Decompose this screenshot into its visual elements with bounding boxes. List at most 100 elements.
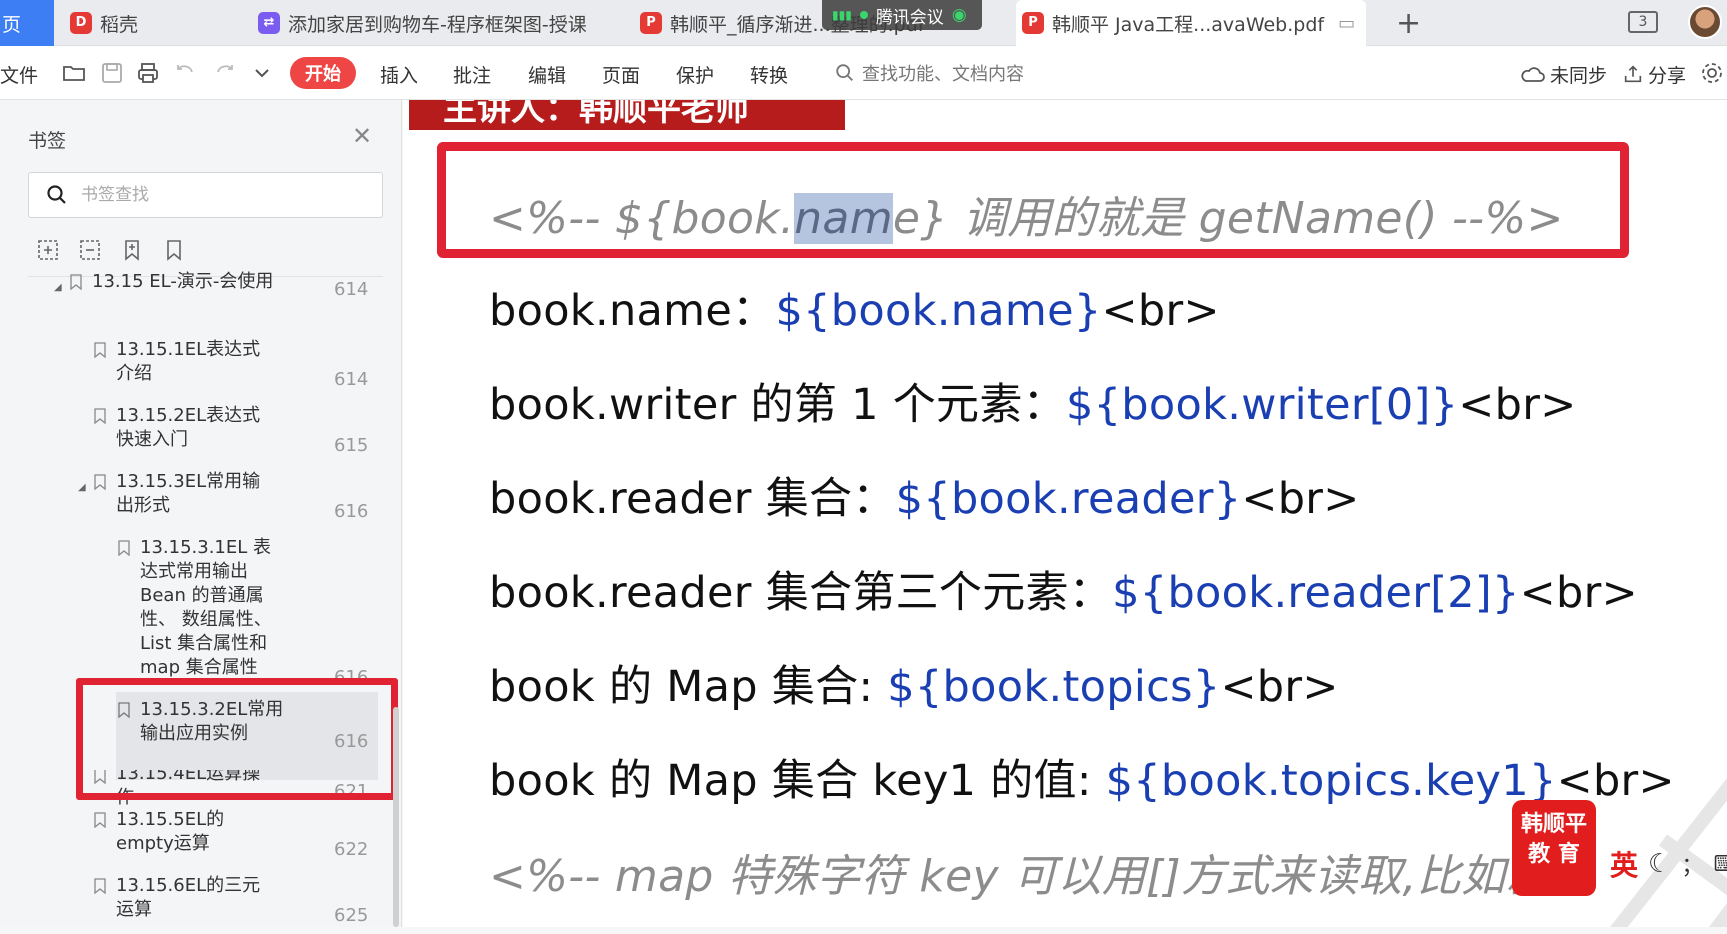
expand-all-icon[interactable] bbox=[36, 238, 60, 262]
tab-insert[interactable]: 插入 bbox=[380, 60, 418, 88]
tab-convert[interactable]: 转换 bbox=[750, 60, 788, 88]
save-icon[interactable] bbox=[100, 61, 124, 85]
comment-text: <%-- map 特殊字符 key 可以用[]方式来读取,比如就 bbox=[489, 851, 1550, 902]
code-label: book.reader 集合： bbox=[489, 474, 896, 524]
bookmark-tools bbox=[36, 238, 186, 262]
bookmark-label: 13.15.5EL的empty运算 bbox=[116, 809, 225, 854]
redo-icon[interactable] bbox=[212, 61, 236, 85]
el-expression: ${book.reader} bbox=[895, 474, 1242, 524]
bookmark-item[interactable]: 13.15.3.1EL 表达式常用输出 Bean 的普通属性、 数组属性、Lis… bbox=[0, 536, 402, 686]
screen-icon[interactable]: ▭ bbox=[1338, 13, 1355, 34]
docer-icon: D bbox=[70, 12, 92, 34]
bookmark-page: 614 bbox=[334, 279, 369, 300]
code-label: book.writer 的第 1 个元素： bbox=[489, 380, 1066, 430]
bookmark-icon bbox=[94, 408, 106, 424]
ime-language[interactable]: 英 bbox=[1610, 844, 1638, 884]
print-icon[interactable] bbox=[136, 61, 160, 85]
br-tag: <br> bbox=[1241, 474, 1360, 524]
logo-line: 教 育 bbox=[1528, 842, 1580, 867]
tab-docer[interactable]: D 稻壳 bbox=[70, 0, 240, 46]
tab-javaweb-pdf[interactable]: P 韩顺平 Java工程...avaWeb.pdf ▭ ✕ bbox=[1016, 0, 1366, 46]
tab-annotate[interactable]: 批注 bbox=[453, 60, 491, 88]
bookmark-item[interactable]: 13.15.1EL表达式介绍 614 bbox=[0, 338, 402, 398]
tab-edit[interactable]: 编辑 bbox=[528, 60, 566, 88]
tab-home[interactable]: 页 bbox=[0, 0, 54, 46]
comment-text: <%-- ${book. bbox=[489, 193, 795, 244]
expand-triangle-icon[interactable]: ◢ bbox=[78, 476, 86, 500]
code-label: book 的 Map 集合: bbox=[489, 662, 888, 712]
tab-protect[interactable]: 保护 bbox=[676, 60, 714, 88]
bookmark-label: 13.15.2EL表达式快速入门 bbox=[116, 405, 261, 450]
bookmark-icon bbox=[94, 878, 106, 894]
tab-flowchart[interactable]: ⇄ 添加家居到购物车-程序框架图-授课 bbox=[258, 0, 618, 46]
bookmark-search-input[interactable] bbox=[81, 185, 361, 205]
keyboard-icon[interactable]: ⌨ bbox=[1713, 852, 1727, 877]
bookmark-label: 13.15.3EL常用输出形式 bbox=[116, 471, 261, 516]
pdf-icon: P bbox=[640, 12, 662, 34]
open-folder-icon[interactable] bbox=[62, 61, 86, 85]
search-icon bbox=[836, 64, 853, 81]
tab-insert-label: 插入 bbox=[380, 64, 419, 87]
el-expression: ${book.name} bbox=[775, 286, 1102, 336]
tab-docer-label: 稻壳 bbox=[100, 13, 139, 36]
code-line: book.name：${book.name}<br> bbox=[489, 276, 1220, 338]
bookmark-icon bbox=[118, 540, 130, 556]
selected-text: nam bbox=[794, 193, 893, 244]
share-button[interactable]: 分享 bbox=[1622, 60, 1686, 88]
undo-icon[interactable] bbox=[174, 61, 198, 85]
moon-icon[interactable]: ☾ bbox=[1648, 849, 1671, 879]
bookmark-item[interactable]: 13.15.5EL的empty运算 622 bbox=[0, 808, 402, 868]
comment-text: e} 调用的就是 getName() --%> bbox=[892, 193, 1564, 244]
bookmark-item[interactable]: ◢ 13.15.3EL常用输出形式 616 bbox=[0, 470, 402, 530]
status-dot bbox=[859, 11, 868, 19]
br-tag: <br> bbox=[1101, 286, 1220, 336]
sync-label: 未同步 bbox=[1550, 64, 1608, 87]
tab-annotate-label: 批注 bbox=[453, 64, 492, 87]
close-icon[interactable]: ✕ bbox=[352, 122, 372, 150]
avatar[interactable] bbox=[1688, 5, 1722, 39]
logo-line: 韩顺平 bbox=[1520, 812, 1587, 837]
tab-protect-label: 保护 bbox=[676, 64, 715, 87]
sync-status[interactable]: 未同步 bbox=[1520, 60, 1607, 88]
code-label: book.reader 集合第三个元素： bbox=[489, 568, 1113, 618]
bookmark-page: 625 bbox=[334, 905, 369, 926]
bookmark-item[interactable]: ◢ 13.15 EL-演示-会使用 614 bbox=[0, 270, 402, 330]
code-label: book.name： bbox=[489, 286, 776, 336]
cloud-icon bbox=[1521, 67, 1545, 82]
code-line: book.reader 集合第三个元素：${book.reader[2]}<br… bbox=[489, 558, 1638, 620]
feature-search[interactable]: 查找功能、文档内容 bbox=[834, 60, 1024, 86]
tab-start[interactable]: 开始 bbox=[290, 57, 356, 89]
tab-count-badge[interactable]: 3 bbox=[1628, 11, 1658, 33]
bookmark-page: 614 bbox=[334, 369, 369, 390]
sidebar-scrollbar[interactable] bbox=[393, 707, 399, 927]
share-label: 分享 bbox=[1648, 64, 1687, 87]
bookmark-icon bbox=[70, 274, 82, 290]
bookmark-icon bbox=[94, 812, 106, 828]
bookmark-item[interactable]: 13.15.2EL表达式快速入门 615 bbox=[0, 404, 402, 464]
settings-gear-icon[interactable] bbox=[1700, 61, 1724, 85]
bookmark-icon bbox=[94, 342, 106, 358]
br-tag: <br> bbox=[1220, 662, 1339, 712]
collapse-all-icon[interactable] bbox=[78, 238, 102, 262]
bookmark-icon bbox=[94, 474, 106, 490]
tab-page[interactable]: 页面 bbox=[602, 60, 640, 88]
bookmark-icon[interactable] bbox=[162, 238, 186, 262]
bookmark-item[interactable]: 13.15.6EL的三元运算 625 bbox=[0, 874, 402, 934]
bookmark-label: 13.15.3.1EL 表达式常用输出 Bean 的普通属性、 数组属性、Lis… bbox=[140, 537, 272, 678]
tab-edit-label: 编辑 bbox=[528, 64, 567, 87]
new-tab-button[interactable]: + bbox=[1396, 6, 1421, 41]
add-bookmark-icon[interactable] bbox=[120, 238, 144, 262]
toolbar: 文件 开始 插入 批注 编辑 页面 保护 转换 查找功能、文档内容 未同步 分享 bbox=[0, 46, 1727, 100]
ime-toolbar[interactable]: 英 ☾ ； ⌨ bbox=[1610, 844, 1727, 884]
feature-search-placeholder: 查找功能、文档内容 bbox=[862, 64, 1024, 85]
bookmark-search[interactable] bbox=[28, 172, 383, 218]
expand-triangle-icon[interactable]: ◢ bbox=[54, 276, 62, 300]
ime-punctuation[interactable]: ； bbox=[1681, 848, 1703, 880]
bookmark-label: 13.15.6EL的三元运算 bbox=[116, 875, 261, 920]
chevron-down-icon[interactable] bbox=[250, 61, 274, 85]
meeting-indicator[interactable]: ▮▮▮ 腾讯会议 ◉ bbox=[822, 0, 982, 30]
code-comment-line: <%-- ${book.name} 调用的就是 getName() --%> bbox=[489, 182, 1564, 246]
tab-flowchart-label: 添加家居到购物车-程序框架图-授课 bbox=[288, 13, 587, 36]
highlight-annotation-box bbox=[76, 678, 398, 800]
menu-file[interactable]: 文件 bbox=[0, 60, 38, 88]
